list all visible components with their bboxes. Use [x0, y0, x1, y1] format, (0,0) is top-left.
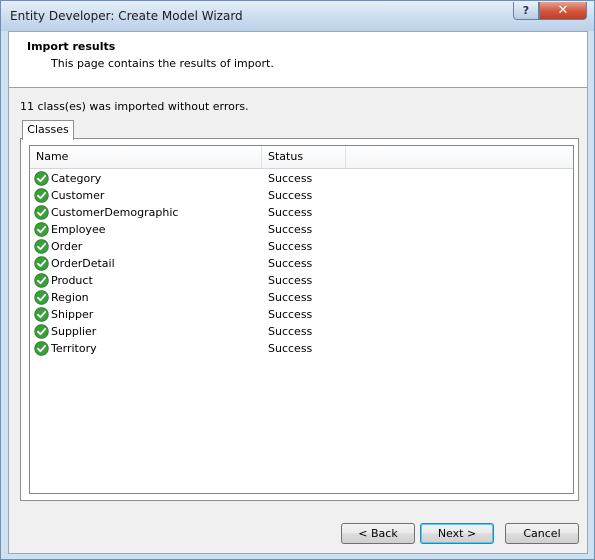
- row-status: Success: [268, 189, 313, 202]
- table-row[interactable]: Shipper Success: [30, 306, 573, 323]
- close-button[interactable]: ✕: [539, 2, 587, 20]
- row-status: Success: [268, 308, 313, 321]
- row-status: Success: [268, 342, 313, 355]
- title-bar[interactable]: Entity Developer: Create Model Wizard ? …: [1, 1, 594, 31]
- table-row[interactable]: CustomerDemographic Success: [30, 204, 573, 221]
- row-name: OrderDetail: [51, 257, 115, 270]
- green-check-icon: [34, 307, 49, 322]
- row-status: Success: [268, 240, 313, 253]
- row-status: Success: [268, 291, 313, 304]
- green-check-icon: [34, 188, 49, 203]
- row-name: Territory: [51, 342, 97, 355]
- green-check-icon: [34, 171, 49, 186]
- green-check-icon: [34, 222, 49, 237]
- column-header-status[interactable]: Status: [262, 146, 346, 168]
- green-check-icon: [34, 239, 49, 254]
- row-name: Employee: [51, 223, 106, 236]
- row-status: Success: [268, 172, 313, 185]
- help-button[interactable]: ?: [513, 2, 539, 20]
- back-button[interactable]: < Back: [341, 523, 415, 544]
- green-check-icon: [34, 205, 49, 220]
- green-check-icon: [34, 256, 49, 271]
- green-check-icon: [34, 290, 49, 305]
- row-name: Category: [51, 172, 102, 185]
- table-row[interactable]: Territory Success: [30, 340, 573, 357]
- row-status: Success: [268, 223, 313, 236]
- row-name: Order: [51, 240, 83, 253]
- row-name: Shipper: [51, 308, 94, 321]
- row-status: Success: [268, 274, 313, 287]
- next-button[interactable]: Next >: [420, 523, 494, 544]
- wizard-window: Entity Developer: Create Model Wizard ? …: [0, 0, 595, 560]
- page-subtitle: This page contains the results of import…: [51, 57, 274, 70]
- tab-classes[interactable]: Classes: [22, 120, 74, 140]
- row-name: Region: [51, 291, 89, 304]
- page-header: Import results This page contains the re…: [9, 32, 587, 88]
- list-rows: Category Success Customer Success CustomerDe…: [30, 170, 573, 357]
- row-status: Success: [268, 257, 313, 270]
- wizard-body: Import results This page contains the re…: [8, 31, 588, 554]
- row-name: CustomerDemographic: [51, 206, 179, 219]
- table-row[interactable]: Customer Success: [30, 187, 573, 204]
- table-row[interactable]: Region Success: [30, 289, 573, 306]
- table-row[interactable]: Category Success: [30, 170, 573, 187]
- table-row[interactable]: Employee Success: [30, 221, 573, 238]
- tab-panel-classes: Name Status Category Success Customer Succe…: [20, 138, 579, 501]
- classes-list[interactable]: Name Status Category Success Customer Succe…: [29, 145, 574, 494]
- row-status: Success: [268, 325, 313, 338]
- table-row[interactable]: Supplier Success: [30, 323, 573, 340]
- green-check-icon: [34, 341, 49, 356]
- green-check-icon: [34, 273, 49, 288]
- cancel-button[interactable]: Cancel: [505, 523, 579, 544]
- import-summary: 11 class(es) was imported without errors…: [20, 100, 249, 113]
- window-title: Entity Developer: Create Model Wizard: [10, 9, 243, 23]
- table-row[interactable]: Order Success: [30, 238, 573, 255]
- row-name: Supplier: [51, 325, 97, 338]
- table-row[interactable]: Product Success: [30, 272, 573, 289]
- page-title: Import results: [27, 40, 116, 53]
- row-name: Customer: [51, 189, 105, 202]
- table-row[interactable]: OrderDetail Success: [30, 255, 573, 272]
- column-header-name[interactable]: Name: [30, 146, 262, 168]
- row-name: Product: [51, 274, 93, 287]
- list-header: Name Status: [30, 146, 573, 169]
- green-check-icon: [34, 324, 49, 339]
- row-status: Success: [268, 206, 313, 219]
